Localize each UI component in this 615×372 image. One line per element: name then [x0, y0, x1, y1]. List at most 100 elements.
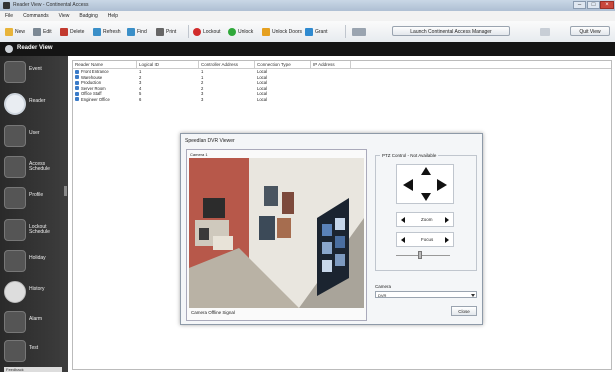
reader-icon: [75, 80, 79, 85]
quit-view-button[interactable]: Quit View: [570, 26, 610, 36]
sidebar: Event Reader User Access Schedule Profil…: [0, 56, 68, 372]
sidebar-item-reader[interactable]: Reader: [2, 90, 62, 118]
focus-control[interactable]: Focus: [396, 232, 454, 247]
sidebar-item-holiday[interactable]: Holiday: [2, 247, 62, 275]
unlock-button[interactable]: Unlock: [228, 26, 253, 37]
reader-view-icon: [5, 45, 13, 53]
video-panel: Camera 1 Camera Offline Signal: [186, 149, 367, 321]
column-header[interactable]: IP Address: [311, 61, 351, 68]
edit-button[interactable]: Edit: [33, 26, 52, 37]
sidebar-scrollbar[interactable]: [64, 186, 67, 196]
dialog-title: Speedlan DVR Viewer: [185, 138, 235, 144]
new-button[interactable]: New: [5, 26, 25, 37]
pencil-icon: [33, 27, 41, 36]
reader-icon: [4, 93, 26, 115]
column-header[interactable]: Connection Type: [255, 61, 311, 68]
window-title: Reader View - Continental Access: [13, 2, 89, 8]
history-icon: [4, 281, 26, 303]
event-icon: [4, 61, 26, 83]
column-header[interactable]: Controller Address: [199, 61, 255, 68]
table-header: Reader Name Logical ID Controller Addres…: [73, 61, 611, 69]
menu-help[interactable]: Help: [103, 13, 123, 19]
refresh-icon: [93, 27, 101, 36]
camera-select[interactable]: DVR: [375, 291, 477, 298]
unlock-doors-button[interactable]: Unlock Doors: [262, 26, 302, 37]
speed-slider[interactable]: [396, 251, 450, 259]
user-icon: [4, 125, 26, 147]
grid-view-button[interactable]: [352, 26, 366, 37]
grant-icon: [305, 27, 313, 36]
column-header[interactable]: Reader Name: [73, 61, 137, 68]
video-status: Camera Offline Signal: [191, 310, 235, 315]
pan-right-arrow-icon[interactable]: [437, 179, 447, 191]
menu-bar: File Commands View Badging Help: [0, 11, 615, 21]
focus-near-icon[interactable]: [401, 237, 405, 243]
zoom-control[interactable]: Zoom: [396, 212, 454, 227]
sidebar-item-event[interactable]: Event: [2, 58, 62, 86]
close-window-button[interactable]: ×: [600, 1, 614, 9]
menu-commands[interactable]: Commands: [18, 13, 54, 19]
reader-icon: [75, 75, 79, 80]
reader-icon: [75, 97, 79, 102]
printer-icon: [156, 27, 164, 36]
find-button[interactable]: Find: [127, 26, 147, 37]
focus-far-icon[interactable]: [445, 237, 449, 243]
menu-file[interactable]: File: [0, 13, 18, 19]
zoom-in-icon[interactable]: [445, 217, 449, 223]
pan-down-arrow-icon[interactable]: [421, 193, 431, 201]
unlock-icon: [228, 27, 236, 36]
lockout-button[interactable]: Lockout: [193, 26, 221, 37]
grid-icon: [352, 27, 366, 36]
chevron-down-icon: [471, 294, 475, 297]
slider-track: [396, 255, 450, 256]
camera-video-feed: [189, 158, 364, 308]
launch-manager-button[interactable]: Launch Continental Access Manager: [392, 26, 510, 36]
holiday-icon: [4, 250, 26, 272]
delete-button[interactable]: Delete: [60, 26, 84, 37]
lockout-schedule-icon: [4, 219, 26, 241]
slider-thumb[interactable]: [418, 251, 422, 259]
camera-select-label: Camera: [375, 284, 392, 289]
toolbar: New Edit Delete Refresh Find Print Locko…: [0, 21, 615, 43]
lockout-icon: [193, 27, 201, 36]
close-button[interactable]: Close: [451, 306, 477, 316]
toolbar-separator: [188, 25, 189, 38]
sidebar-item-alarm[interactable]: Alarm: [2, 308, 62, 336]
title-bar: Reader View - Continental Access – □ ×: [0, 0, 615, 11]
refresh-button[interactable]: Refresh: [93, 26, 121, 37]
print-button[interactable]: Print: [156, 26, 176, 37]
feedback-link[interactable]: Feedback: [4, 367, 62, 372]
column-header[interactable]: Logical ID: [137, 61, 199, 68]
app-icon: [3, 2, 10, 9]
toolbar-separator: [345, 25, 346, 38]
maximize-button[interactable]: □: [587, 1, 600, 9]
ptz-control-group: PTZ Control - Not Available Zoom Focus: [375, 153, 477, 271]
help-button[interactable]: [540, 26, 550, 37]
test-icon: [4, 340, 26, 362]
find-icon: [127, 27, 135, 36]
menu-view[interactable]: View: [54, 13, 75, 19]
section-header: Reader View: [0, 42, 615, 56]
grant-button[interactable]: Grant: [305, 26, 328, 37]
table-row[interactable]: Engineer Office 6 3 Local: [73, 97, 611, 103]
reader-icon: [75, 91, 79, 96]
new-icon: [5, 27, 13, 36]
delete-icon: [60, 27, 68, 36]
pan-up-arrow-icon[interactable]: [421, 167, 431, 175]
sidebar-item-history[interactable]: History: [2, 278, 62, 306]
minimize-button[interactable]: –: [573, 1, 586, 9]
sidebar-item-access-schedule[interactable]: Access Schedule: [2, 153, 62, 181]
access-schedule-icon: [4, 156, 26, 178]
pan-left-arrow-icon[interactable]: [403, 179, 413, 191]
alarm-icon: [4, 311, 26, 333]
sidebar-item-test[interactable]: Test: [2, 337, 62, 365]
sidebar-item-profile[interactable]: Profile: [2, 184, 62, 212]
zoom-out-icon[interactable]: [401, 217, 405, 223]
help-icon: [540, 27, 550, 36]
reader-icon: [75, 69, 79, 74]
reader-icon: [75, 86, 79, 91]
sidebar-item-lockout-schedule[interactable]: Lockout Schedule: [2, 216, 62, 244]
section-title: Reader View: [17, 45, 53, 51]
menu-badging[interactable]: Badging: [74, 13, 102, 19]
sidebar-item-user[interactable]: User: [2, 122, 62, 150]
